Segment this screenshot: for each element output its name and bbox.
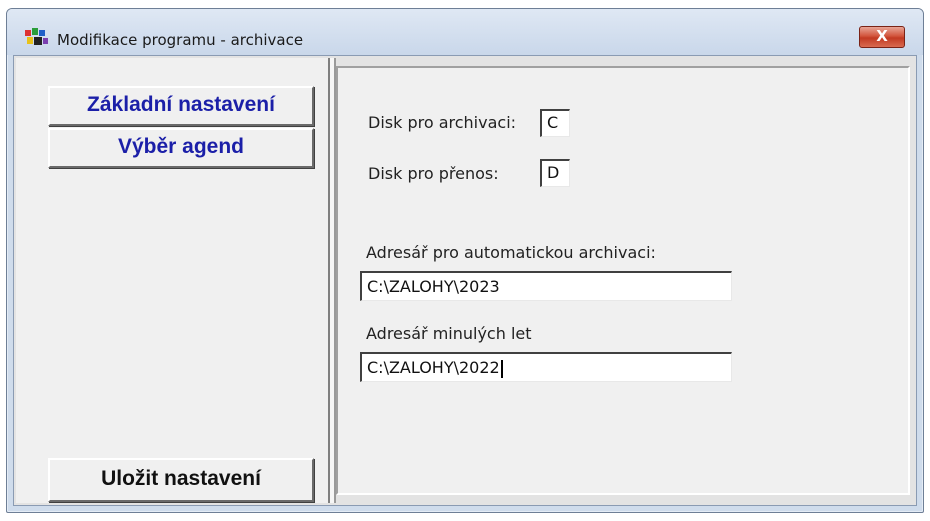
transfer-disk-field[interactable]: D xyxy=(540,159,570,187)
auto-archive-dir-field[interactable]: C:\ZALOHY\2023 xyxy=(360,271,732,301)
past-years-dir-field[interactable]: C:\ZALOHY\2022 xyxy=(360,352,732,382)
past-years-dir-value: C:\ZALOHY\2022 xyxy=(367,358,500,377)
app-icon xyxy=(25,28,48,45)
basic-settings-button[interactable]: Základní nastavení xyxy=(48,86,314,126)
past-years-dir-label: Adresář minulých let xyxy=(366,324,532,343)
auto-archive-dir-label: Adresář pro automatickou archivaci: xyxy=(366,243,656,262)
save-settings-button[interactable]: Uložit nastavení xyxy=(48,458,314,502)
settings-panel: Disk pro archivaci: C Disk pro přenos: D… xyxy=(336,66,910,495)
transfer-disk-label: Disk pro přenos: xyxy=(368,164,499,183)
agenda-selection-button[interactable]: Výběr agend xyxy=(48,128,314,168)
app-window: Modifikace programu - archivace X Základ… xyxy=(6,8,924,513)
archive-disk-field[interactable]: C xyxy=(540,109,570,137)
close-icon: X xyxy=(876,27,888,45)
title-bar[interactable]: Modifikace programu - archivace X xyxy=(7,9,923,55)
window-title: Modifikace programu - archivace xyxy=(57,31,304,49)
archive-disk-label: Disk pro archivaci: xyxy=(368,113,517,132)
text-caret xyxy=(500,359,503,378)
navigation-panel: Základní nastavení Výběr agend Uložit na… xyxy=(16,58,330,503)
client-area: Základní nastavení Výběr agend Uložit na… xyxy=(13,55,917,506)
close-button[interactable]: X xyxy=(859,26,905,48)
